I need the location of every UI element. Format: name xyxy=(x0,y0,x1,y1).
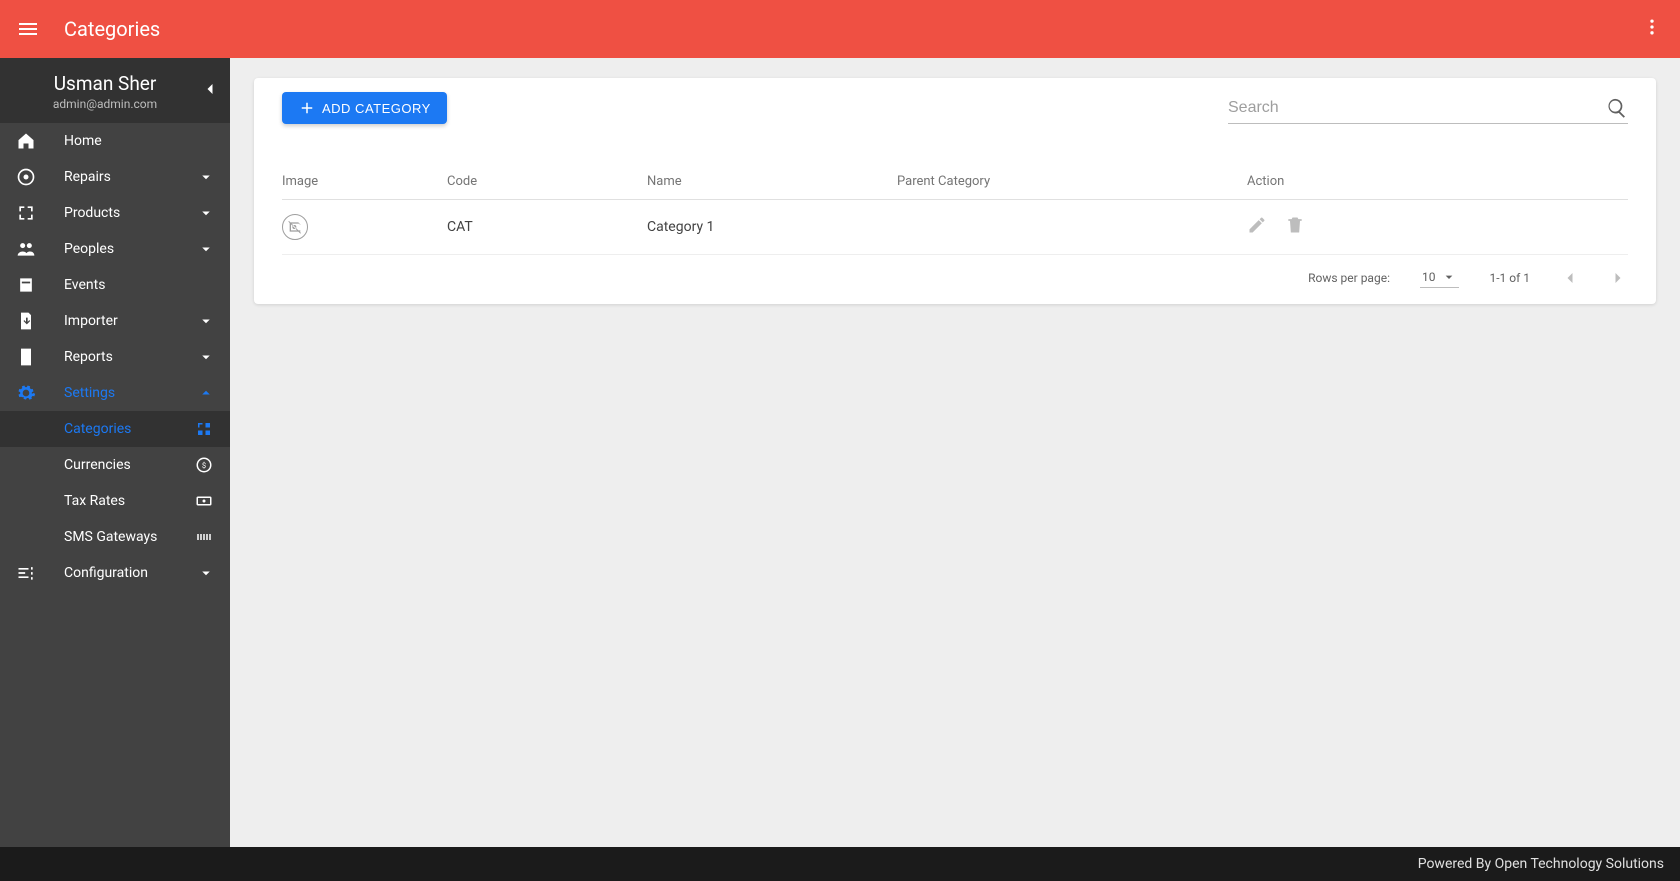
chevron-down-icon xyxy=(196,312,216,330)
pagination-range: 1-1 of 1 xyxy=(1489,271,1530,285)
pencil-icon xyxy=(1247,215,1267,235)
chevron-left-icon xyxy=(200,79,220,99)
sidebar-subitem-categories[interactable]: Categories xyxy=(0,411,230,447)
search-input[interactable] xyxy=(1228,93,1628,124)
page-title: Categories xyxy=(64,17,160,41)
pagination: Rows per page: 10 1-1 of 1 xyxy=(282,255,1628,294)
no-image-icon xyxy=(282,214,308,240)
sidebar-subitem-tax-rates[interactable]: Tax Rates xyxy=(0,483,230,519)
main-content: ADD CATEGORY Image Code Name Parent Cate… xyxy=(230,58,1680,847)
cell-code: CAT xyxy=(447,200,647,255)
currency-icon: $ xyxy=(192,456,216,474)
tax-icon xyxy=(192,492,216,510)
table-row[interactable]: CAT Category 1 xyxy=(282,200,1628,255)
events-icon xyxy=(14,275,38,295)
footer: Powered By Open Technology Solutions xyxy=(0,847,1680,881)
chevron-right-icon xyxy=(1608,268,1628,288)
products-icon xyxy=(14,203,38,223)
rows-per-page-select[interactable]: 10 xyxy=(1420,267,1460,288)
categories-table: Image Code Name Parent Category Action xyxy=(282,164,1628,255)
user-email: admin@admin.com xyxy=(16,97,214,111)
sidebar-item-label: Importer xyxy=(64,313,196,329)
chevron-down-icon xyxy=(196,564,216,582)
menu-toggle-button[interactable] xyxy=(16,17,40,41)
th-name[interactable]: Name xyxy=(647,164,897,200)
sidebar-collapse-button[interactable] xyxy=(200,79,220,103)
home-icon xyxy=(14,131,38,151)
sidebar-subitem-label: SMS Gateways xyxy=(64,529,192,545)
hamburger-icon xyxy=(16,17,40,41)
sidebar-item-repairs[interactable]: Repairs xyxy=(0,159,230,195)
repairs-icon xyxy=(14,167,38,187)
sidebar-item-configuration[interactable]: Configuration xyxy=(0,555,230,591)
category-icon xyxy=(192,420,216,438)
card-toolbar: ADD CATEGORY xyxy=(282,92,1628,124)
prev-page-button[interactable] xyxy=(1560,268,1580,288)
sidebar-item-peoples[interactable]: Peoples xyxy=(0,231,230,267)
plus-icon xyxy=(298,99,316,117)
reports-icon xyxy=(14,347,38,367)
sidebar-item-products[interactable]: Products xyxy=(0,195,230,231)
sidebar-item-settings[interactable]: Settings xyxy=(0,375,230,411)
user-block: Usman Sher admin@admin.com xyxy=(0,58,230,123)
th-parent[interactable]: Parent Category xyxy=(897,164,1247,200)
sidebar-item-events[interactable]: Events xyxy=(0,267,230,303)
add-button-label: ADD CATEGORY xyxy=(322,101,431,116)
search-wrap xyxy=(1228,93,1628,124)
rows-per-page-value: 10 xyxy=(1422,270,1436,284)
sidebar-item-label: Settings xyxy=(64,385,196,401)
trash-icon xyxy=(1285,215,1305,235)
svg-text:$: $ xyxy=(202,461,206,470)
more-vert-icon xyxy=(1642,17,1662,37)
app-header: Categories xyxy=(0,0,1680,58)
sidebar-item-label: Products xyxy=(64,205,196,221)
chevron-down-icon xyxy=(196,204,216,222)
cell-name: Category 1 xyxy=(647,200,897,255)
edit-button[interactable] xyxy=(1247,215,1267,239)
sidebar-item-label: Configuration xyxy=(64,565,196,581)
cell-action xyxy=(1247,200,1628,255)
sidebar-subitem-currencies[interactable]: Currencies $ xyxy=(0,447,230,483)
dropdown-icon xyxy=(1441,269,1457,285)
sidebar-item-importer[interactable]: Importer xyxy=(0,303,230,339)
next-page-button[interactable] xyxy=(1608,268,1628,288)
footer-text: Powered By Open Technology Solutions xyxy=(1418,856,1664,872)
chevron-down-icon xyxy=(196,168,216,186)
th-image[interactable]: Image xyxy=(282,164,447,200)
sidebar-nav: Home Repairs Products Peoples Events xyxy=(0,123,230,847)
add-category-button[interactable]: ADD CATEGORY xyxy=(282,92,447,124)
chevron-left-icon xyxy=(1560,268,1580,288)
sidebar-subitem-label: Categories xyxy=(64,421,192,437)
sidebar-item-label: Reports xyxy=(64,349,196,365)
sidebar-item-label: Peoples xyxy=(64,241,196,257)
th-code[interactable]: Code xyxy=(447,164,647,200)
configuration-icon xyxy=(14,563,38,583)
chevron-down-icon xyxy=(196,240,216,258)
sidebar: Usman Sher admin@admin.com Home Repairs … xyxy=(0,58,230,847)
delete-button[interactable] xyxy=(1285,215,1305,239)
sidebar-item-label: Events xyxy=(64,277,216,293)
user-name: Usman Sher xyxy=(16,72,214,95)
cell-parent xyxy=(897,200,1247,255)
rows-per-page-label: Rows per page: xyxy=(1308,271,1390,285)
sidebar-item-home[interactable]: Home xyxy=(0,123,230,159)
header-more-button[interactable] xyxy=(1642,17,1662,41)
peoples-icon xyxy=(14,239,38,259)
importer-icon xyxy=(14,311,38,331)
sidebar-item-label: Home xyxy=(64,133,216,149)
sidebar-subitem-label: Currencies xyxy=(64,457,192,473)
sidebar-subitem-label: Tax Rates xyxy=(64,493,192,509)
chevron-up-icon xyxy=(196,384,216,402)
chevron-down-icon xyxy=(196,348,216,366)
th-action: Action xyxy=(1247,164,1628,200)
sidebar-subitem-sms-gateways[interactable]: SMS Gateways xyxy=(0,519,230,555)
gateway-icon xyxy=(192,528,216,546)
sidebar-item-reports[interactable]: Reports xyxy=(0,339,230,375)
content-card: ADD CATEGORY Image Code Name Parent Cate… xyxy=(254,78,1656,304)
gear-icon xyxy=(14,383,38,403)
sidebar-item-label: Repairs xyxy=(64,169,196,185)
cell-image xyxy=(282,200,447,255)
search-icon xyxy=(1606,97,1628,123)
